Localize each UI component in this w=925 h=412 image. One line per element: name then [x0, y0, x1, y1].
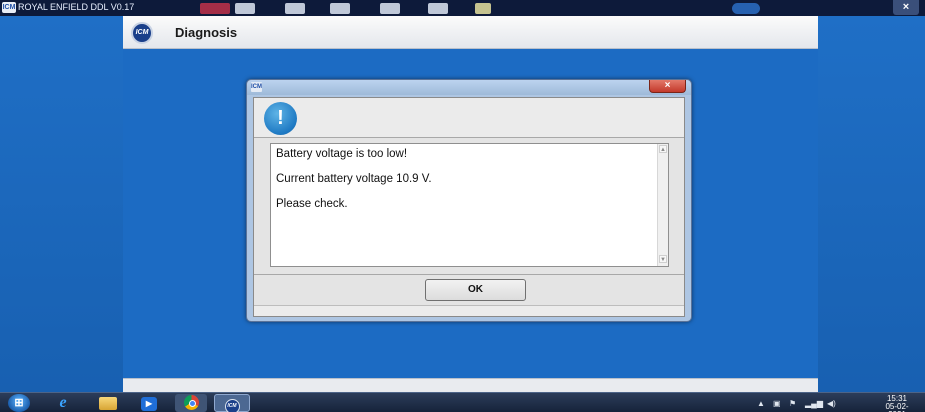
- start-orb-icon[interactable]: ⊞: [8, 394, 30, 412]
- app-frame-right: [818, 16, 925, 392]
- media-player-icon[interactable]: ▶: [138, 394, 160, 412]
- document-thumbnail-icon: [330, 3, 350, 14]
- file-explorer-icon[interactable]: [97, 394, 119, 412]
- document-thumbnail-icon: [428, 3, 448, 14]
- diagnosis-header: ICM Diagnosis: [123, 16, 818, 49]
- message-line: Please check.: [276, 198, 348, 210]
- dialog-icon-row: !: [254, 98, 684, 138]
- show-hidden-icons-icon[interactable]: ▲: [757, 399, 765, 408]
- network-flag-icon[interactable]: ⚑: [789, 399, 796, 408]
- message-line: Battery voltage is too low!: [276, 148, 408, 160]
- network-thumbnail-icon: [732, 3, 760, 14]
- dialog-app-icon: ICM: [251, 82, 262, 92]
- document-thumbnail-icon: [380, 3, 400, 14]
- dialog-button-area: OK: [254, 274, 684, 304]
- app-title: ROYAL ENFIELD DDL V0.17: [18, 2, 135, 12]
- taskbar: ⊞ e ▶ ICM ▲ ▣ ⚑ ▂▄▆ ◀) 15:31 05-02-2021: [0, 392, 925, 412]
- internet-explorer-icon[interactable]: e: [52, 394, 74, 412]
- icm-logo-icon: ICM: [131, 22, 153, 44]
- dialog-titlebar: ICM ×: [247, 80, 691, 95]
- message-textbox[interactable]: Battery voltage is too low! Current batt…: [270, 143, 669, 267]
- scroll-up-arrow-icon[interactable]: ▲: [659, 145, 667, 153]
- message-scrollbar[interactable]: ▲ ▼: [657, 144, 668, 266]
- system-tray: ▲ ▣ ⚑ ▂▄▆ ◀) 15:31 05-02-2021: [757, 394, 917, 412]
- icm-app-icon[interactable]: ICM: [214, 394, 250, 412]
- document-thumbnail-icon: [475, 3, 491, 14]
- dialog-body: ! Battery voltage is too low! Current ba…: [253, 97, 685, 317]
- page-title: Diagnosis: [175, 25, 238, 40]
- clock[interactable]: 15:31 05-02-2021: [877, 395, 917, 412]
- clock-date: 05-02-2021: [885, 402, 909, 412]
- app-titlebar: ICM ROYAL ENFIELD DDL V0.17 ×: [0, 0, 925, 16]
- exclamation-icon: !: [264, 102, 297, 135]
- document-thumbnail-icon: [285, 3, 305, 14]
- dialog-close-button[interactable]: ×: [649, 80, 686, 93]
- app-logo-icon: ICM: [2, 2, 16, 13]
- security-icon[interactable]: ▣: [773, 399, 781, 408]
- message-line: Current battery voltage 10.9 V.: [276, 173, 432, 185]
- ok-button[interactable]: OK: [425, 279, 526, 301]
- document-thumbnail-icon: [235, 3, 255, 14]
- dialog-status-strip: [254, 305, 684, 316]
- chrome-icon[interactable]: [175, 394, 207, 412]
- app-frame-left: [0, 16, 123, 392]
- window-close-button[interactable]: ×: [893, 0, 919, 15]
- signal-strength-icon[interactable]: ▂▄▆: [805, 399, 823, 408]
- alert-dialog: ICM × ! Battery voltage is too low! Curr…: [246, 79, 692, 322]
- volume-icon[interactable]: ◀): [827, 399, 836, 408]
- diagnosis-footer: [123, 378, 818, 392]
- taskbar-thumbnail-decor: [200, 3, 230, 14]
- scroll-down-arrow-icon[interactable]: ▼: [659, 255, 667, 263]
